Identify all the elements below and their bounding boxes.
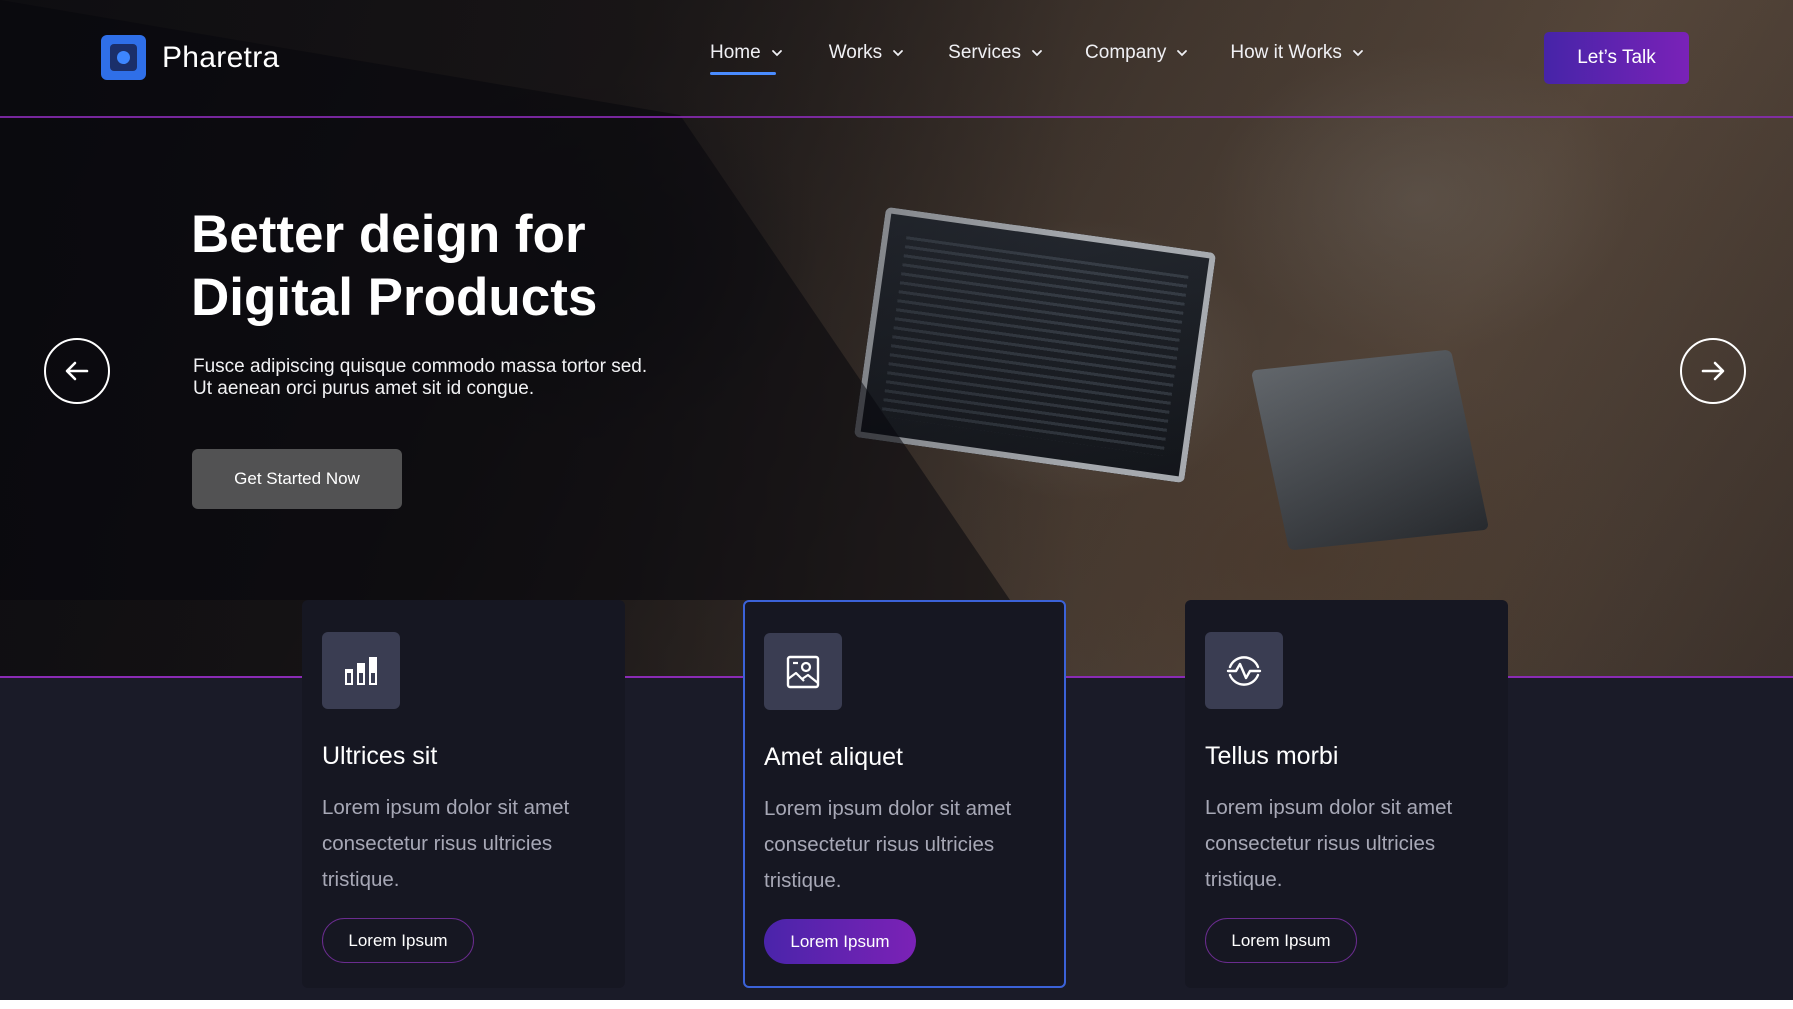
chevron-down-icon xyxy=(1177,50,1188,57)
chevron-down-icon xyxy=(1032,50,1042,57)
hero-background-image xyxy=(0,0,1793,678)
chevron-down-icon xyxy=(771,50,782,57)
chevron-down-icon xyxy=(893,50,904,57)
card-title: Amet aliquet xyxy=(764,743,903,771)
hero-subtitle: Fusce adipiscing quisque commodo massa t… xyxy=(193,356,648,399)
hero-title-line-2: Digital Products xyxy=(191,268,598,327)
nav-item-label: Services xyxy=(948,42,1022,63)
logo-icon xyxy=(101,35,146,80)
card-button[interactable]: Lorem Ipsum xyxy=(1205,918,1357,963)
nav-item-label: Company xyxy=(1085,42,1167,63)
hero-title: Better deign for Digital Products xyxy=(191,203,711,329)
card-icon-tile xyxy=(764,633,842,710)
image-frame-icon xyxy=(786,655,820,688)
main-nav: Home Works Services Company How it Works xyxy=(710,42,1364,75)
feature-card: Ultrices sit Lorem ipsum dolor sit amet … xyxy=(302,600,625,988)
nav-item-label: Home xyxy=(710,42,761,63)
card-description: Lorem ipsum dolor sit amet consectetur r… xyxy=(764,797,1012,892)
nav-item-services[interactable]: Services xyxy=(948,42,1043,64)
lets-talk-button[interactable]: Let’s Talk xyxy=(1544,32,1689,84)
chevron-down-icon xyxy=(1353,50,1363,57)
nav-item-home[interactable]: Home xyxy=(710,42,783,75)
nav-item-label: Works xyxy=(828,42,883,63)
carousel-next-button[interactable] xyxy=(1680,338,1746,404)
arrow-left-icon xyxy=(65,361,89,381)
header-divider xyxy=(0,116,1793,118)
carousel-prev-button[interactable] xyxy=(44,338,110,404)
card-icon-tile xyxy=(322,632,400,709)
card-title: Ultrices sit xyxy=(322,742,438,770)
card-description: Lorem ipsum dolor sit amet consectetur r… xyxy=(322,796,570,891)
page-bottom-edge xyxy=(0,1000,1793,1009)
card-button[interactable]: Lorem Ipsum xyxy=(764,919,916,964)
bar-chart-icon xyxy=(345,656,377,685)
get-started-button[interactable]: Get Started Now xyxy=(192,449,402,509)
activity-pulse-icon xyxy=(1226,655,1262,686)
feature-card-featured: Amet aliquet Lorem ipsum dolor sit amet … xyxy=(743,600,1066,988)
card-button[interactable]: Lorem Ipsum xyxy=(322,918,474,963)
card-icon-tile xyxy=(1205,632,1283,709)
arrow-right-icon xyxy=(1701,361,1725,381)
brand-name: Pharetra xyxy=(162,40,280,74)
nav-item-works[interactable]: Works xyxy=(829,42,904,64)
nav-item-how-it-works[interactable]: How it Works xyxy=(1230,42,1364,64)
card-description: Lorem ipsum dolor sit amet consectetur r… xyxy=(1205,796,1453,891)
card-title: Tellus morbi xyxy=(1205,742,1339,770)
landing-page: Pharetra Home Works Services Company How… xyxy=(0,0,1793,1009)
hero-title-line-1: Better deign for xyxy=(191,205,586,264)
brand-logo[interactable]: Pharetra xyxy=(101,35,279,80)
nav-item-company[interactable]: Company xyxy=(1085,42,1188,64)
nav-item-label: How it Works xyxy=(1230,42,1342,63)
feature-card: Tellus morbi Lorem ipsum dolor sit amet … xyxy=(1185,600,1508,988)
